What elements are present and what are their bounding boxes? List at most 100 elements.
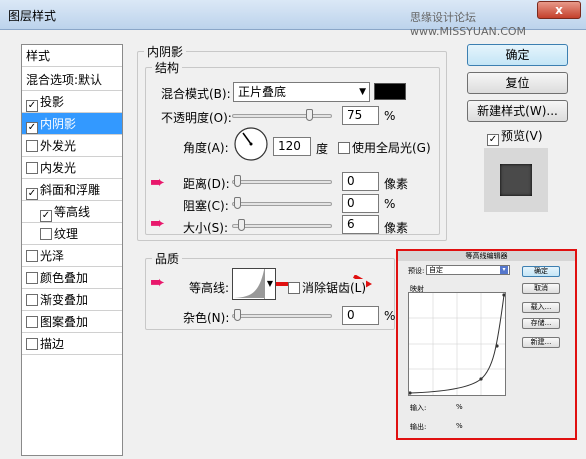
output-unit: %	[456, 422, 463, 430]
style-item-label: 内阴影	[40, 117, 77, 131]
checkbox-icon[interactable]	[26, 250, 38, 262]
pink-arrow-icon: ➨	[150, 213, 166, 234]
choke-slider-track[interactable]	[232, 202, 332, 206]
contour-picker[interactable]: ▼	[232, 268, 276, 300]
checkbox-icon[interactable]	[338, 142, 350, 154]
choke-input[interactable]: 0	[342, 194, 379, 213]
blend-mode-select[interactable]: 正片叠底 ▼	[233, 82, 370, 102]
preset-label: 预设:	[408, 267, 425, 275]
checkbox-icon[interactable]	[26, 162, 38, 174]
checkbox-icon[interactable]	[26, 338, 38, 350]
contour-new-button[interactable]: 新建...	[522, 337, 560, 348]
style-item-color-overlay[interactable]: 颜色叠加	[22, 267, 122, 289]
dropdown-arrow-icon: ▾	[500, 266, 508, 274]
contour-save-button[interactable]: 存储...	[522, 318, 560, 329]
global-light-label: 使用全局光(G)	[352, 141, 431, 155]
global-light-option[interactable]: 使用全局光(G)	[338, 139, 431, 156]
preview-square	[500, 164, 532, 196]
distance-input[interactable]: 0	[342, 172, 379, 191]
style-item-satin[interactable]: 光泽	[22, 245, 122, 267]
preview-option[interactable]: ✓ 预览(V)	[487, 127, 543, 146]
checkbox-icon[interactable]	[288, 282, 300, 294]
style-item-outer-glow[interactable]: 外发光	[22, 135, 122, 157]
size-input[interactable]: 6	[342, 215, 379, 234]
style-item-label: 渐变叠加	[40, 293, 89, 307]
shadow-color-swatch[interactable]	[374, 83, 406, 100]
style-item-label: 纹理	[54, 227, 79, 241]
style-item-stroke[interactable]: 描边	[22, 333, 122, 355]
contour-graph[interactable]	[408, 292, 506, 396]
checkbox-icon[interactable]: ✓	[26, 122, 38, 134]
style-item-label: 内发光	[40, 161, 77, 175]
checkbox-icon[interactable]	[40, 228, 52, 240]
style-item-pattern-overlay[interactable]: 图案叠加	[22, 311, 122, 333]
checkbox-icon[interactable]	[26, 272, 38, 284]
opacity-slider-track[interactable]	[232, 114, 332, 118]
opacity-input[interactable]: 75	[342, 106, 379, 125]
blend-options-item[interactable]: 混合选项:默认	[22, 69, 122, 91]
size-slider-track[interactable]	[232, 224, 332, 228]
angle-dial-icon	[234, 127, 268, 161]
style-item-label: 斜面和浮雕	[40, 183, 101, 197]
contour-label: 等高线:	[189, 281, 230, 295]
checkbox-icon[interactable]	[26, 294, 38, 306]
checkbox-icon[interactable]	[26, 316, 38, 328]
style-item-inner-shadow[interactable]: ✓ 内阴影	[22, 113, 122, 135]
distance-unit: 像素	[384, 177, 409, 191]
style-item-label: 投影	[40, 95, 65, 109]
choke-label: 阻塞(C):	[183, 199, 229, 213]
angle-dial[interactable]	[233, 126, 269, 162]
style-item-texture[interactable]: 纹理	[22, 223, 122, 245]
noise-slider-track[interactable]	[232, 314, 332, 318]
distance-slider-thumb[interactable]	[234, 175, 241, 187]
preview-label: 预览(V)	[501, 129, 543, 143]
opacity-slider-thumb[interactable]	[306, 109, 313, 121]
choke-unit: %	[384, 197, 396, 211]
preview-swatch	[484, 148, 548, 212]
angle-unit: 度	[316, 142, 329, 156]
contour-curve-graph	[408, 293, 506, 395]
checkbox-icon[interactable]: ✓	[40, 210, 52, 222]
choke-slider-thumb[interactable]	[234, 197, 241, 209]
output-label: 输出:	[410, 423, 427, 431]
angle-input[interactable]: 120	[273, 137, 311, 156]
checkbox-icon[interactable]	[26, 140, 38, 152]
structure-title: 结构	[152, 59, 183, 76]
blend-mode-value: 正片叠底	[238, 85, 287, 99]
style-item-label: 图案叠加	[40, 315, 89, 329]
dropdown-arrow-icon[interactable]: ▼	[264, 269, 275, 299]
style-item-label: 等高线	[54, 205, 91, 219]
style-item-bevel-emboss[interactable]: ✓ 斜面和浮雕	[22, 179, 122, 201]
size-label: 大小(S):	[183, 221, 229, 235]
styles-list: 样式 混合选项:默认 ✓ 投影 ✓ 内阴影 外发光 内发光 ✓ 斜面和浮雕 ✓ 等高线 …	[21, 44, 123, 456]
blend-mode-label: 混合模式(B):	[161, 87, 231, 101]
style-item-inner-glow[interactable]: 内发光	[22, 157, 122, 179]
distance-label: 距离(D):	[183, 177, 230, 191]
style-item-label: 外发光	[40, 139, 77, 153]
opacity-label: 不透明度(O):	[161, 111, 232, 125]
style-item-label: 颜色叠加	[40, 271, 89, 285]
distance-slider-track[interactable]	[232, 180, 332, 184]
noise-slider-thumb[interactable]	[234, 309, 241, 321]
checkbox-icon[interactable]: ✓	[487, 134, 499, 146]
contour-load-button[interactable]: 载入...	[522, 302, 560, 313]
style-item-gradient-overlay[interactable]: 渐变叠加	[22, 289, 122, 311]
styles-header[interactable]: 样式	[22, 45, 122, 67]
checkbox-icon[interactable]: ✓	[26, 100, 38, 112]
style-item-contour[interactable]: ✓ 等高线	[22, 201, 122, 223]
reset-button[interactable]: 复位	[467, 72, 568, 94]
ok-button[interactable]: 确定	[467, 44, 568, 66]
contour-cancel-button[interactable]: 取消	[522, 283, 560, 294]
close-button[interactable]: x	[537, 1, 581, 19]
new-style-button[interactable]: 新建样式(W)...	[467, 100, 568, 122]
antialias-label: 消除锯齿(L)	[302, 281, 367, 295]
contour-editor-title: 等高线编辑器	[398, 251, 575, 261]
contour-curve-icon	[234, 270, 264, 298]
style-item-drop-shadow[interactable]: ✓ 投影	[22, 91, 122, 113]
antialias-option[interactable]: 消除锯齿(L)	[288, 279, 367, 296]
size-slider-thumb[interactable]	[238, 219, 245, 231]
preset-select[interactable]: 自定 ▾	[426, 265, 510, 275]
noise-input[interactable]: 0	[342, 306, 379, 325]
contour-ok-button[interactable]: 确定	[522, 266, 560, 277]
checkbox-icon[interactable]: ✓	[26, 188, 38, 200]
